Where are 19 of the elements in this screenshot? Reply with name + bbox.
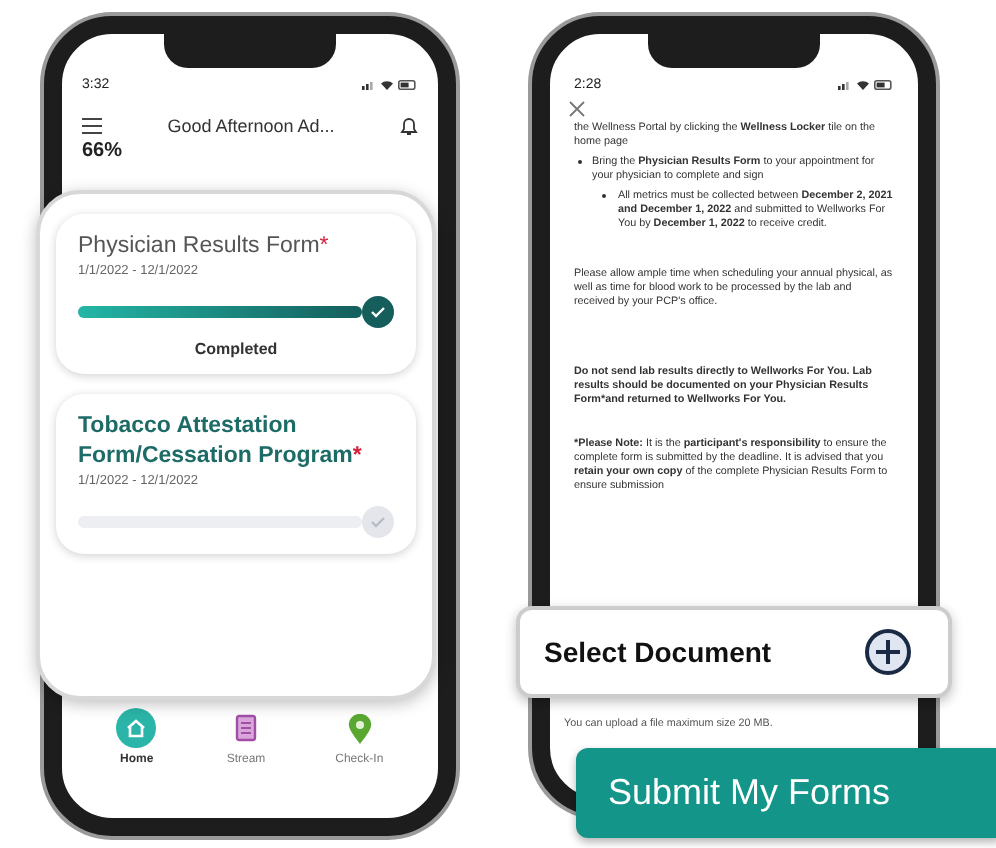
check-icon [362, 505, 394, 538]
form-title: Tobacco Attestation Form/Cessation Program* [78, 411, 364, 472]
menu-icon[interactable] [82, 118, 102, 134]
close-icon[interactable] [568, 100, 586, 118]
signal-icon [838, 80, 852, 90]
greeting-title: Good Afternoon Ad... [165, 116, 337, 136]
wifi-icon [856, 80, 870, 90]
form-status: Completed [192, 339, 280, 358]
bell-icon[interactable] [400, 116, 418, 136]
signal-icon [362, 80, 376, 90]
progress-percent: 66% [82, 140, 125, 162]
select-document-button[interactable]: Select Document [516, 606, 952, 698]
plus-circle-icon [864, 628, 912, 676]
battery-icon [398, 80, 418, 90]
check-icon [362, 295, 394, 328]
battery-icon [874, 80, 894, 90]
submit-button[interactable]: Submit My Forms [576, 748, 996, 838]
wifi-icon [380, 80, 394, 90]
form-title: Physician Results Form* [78, 232, 331, 262]
